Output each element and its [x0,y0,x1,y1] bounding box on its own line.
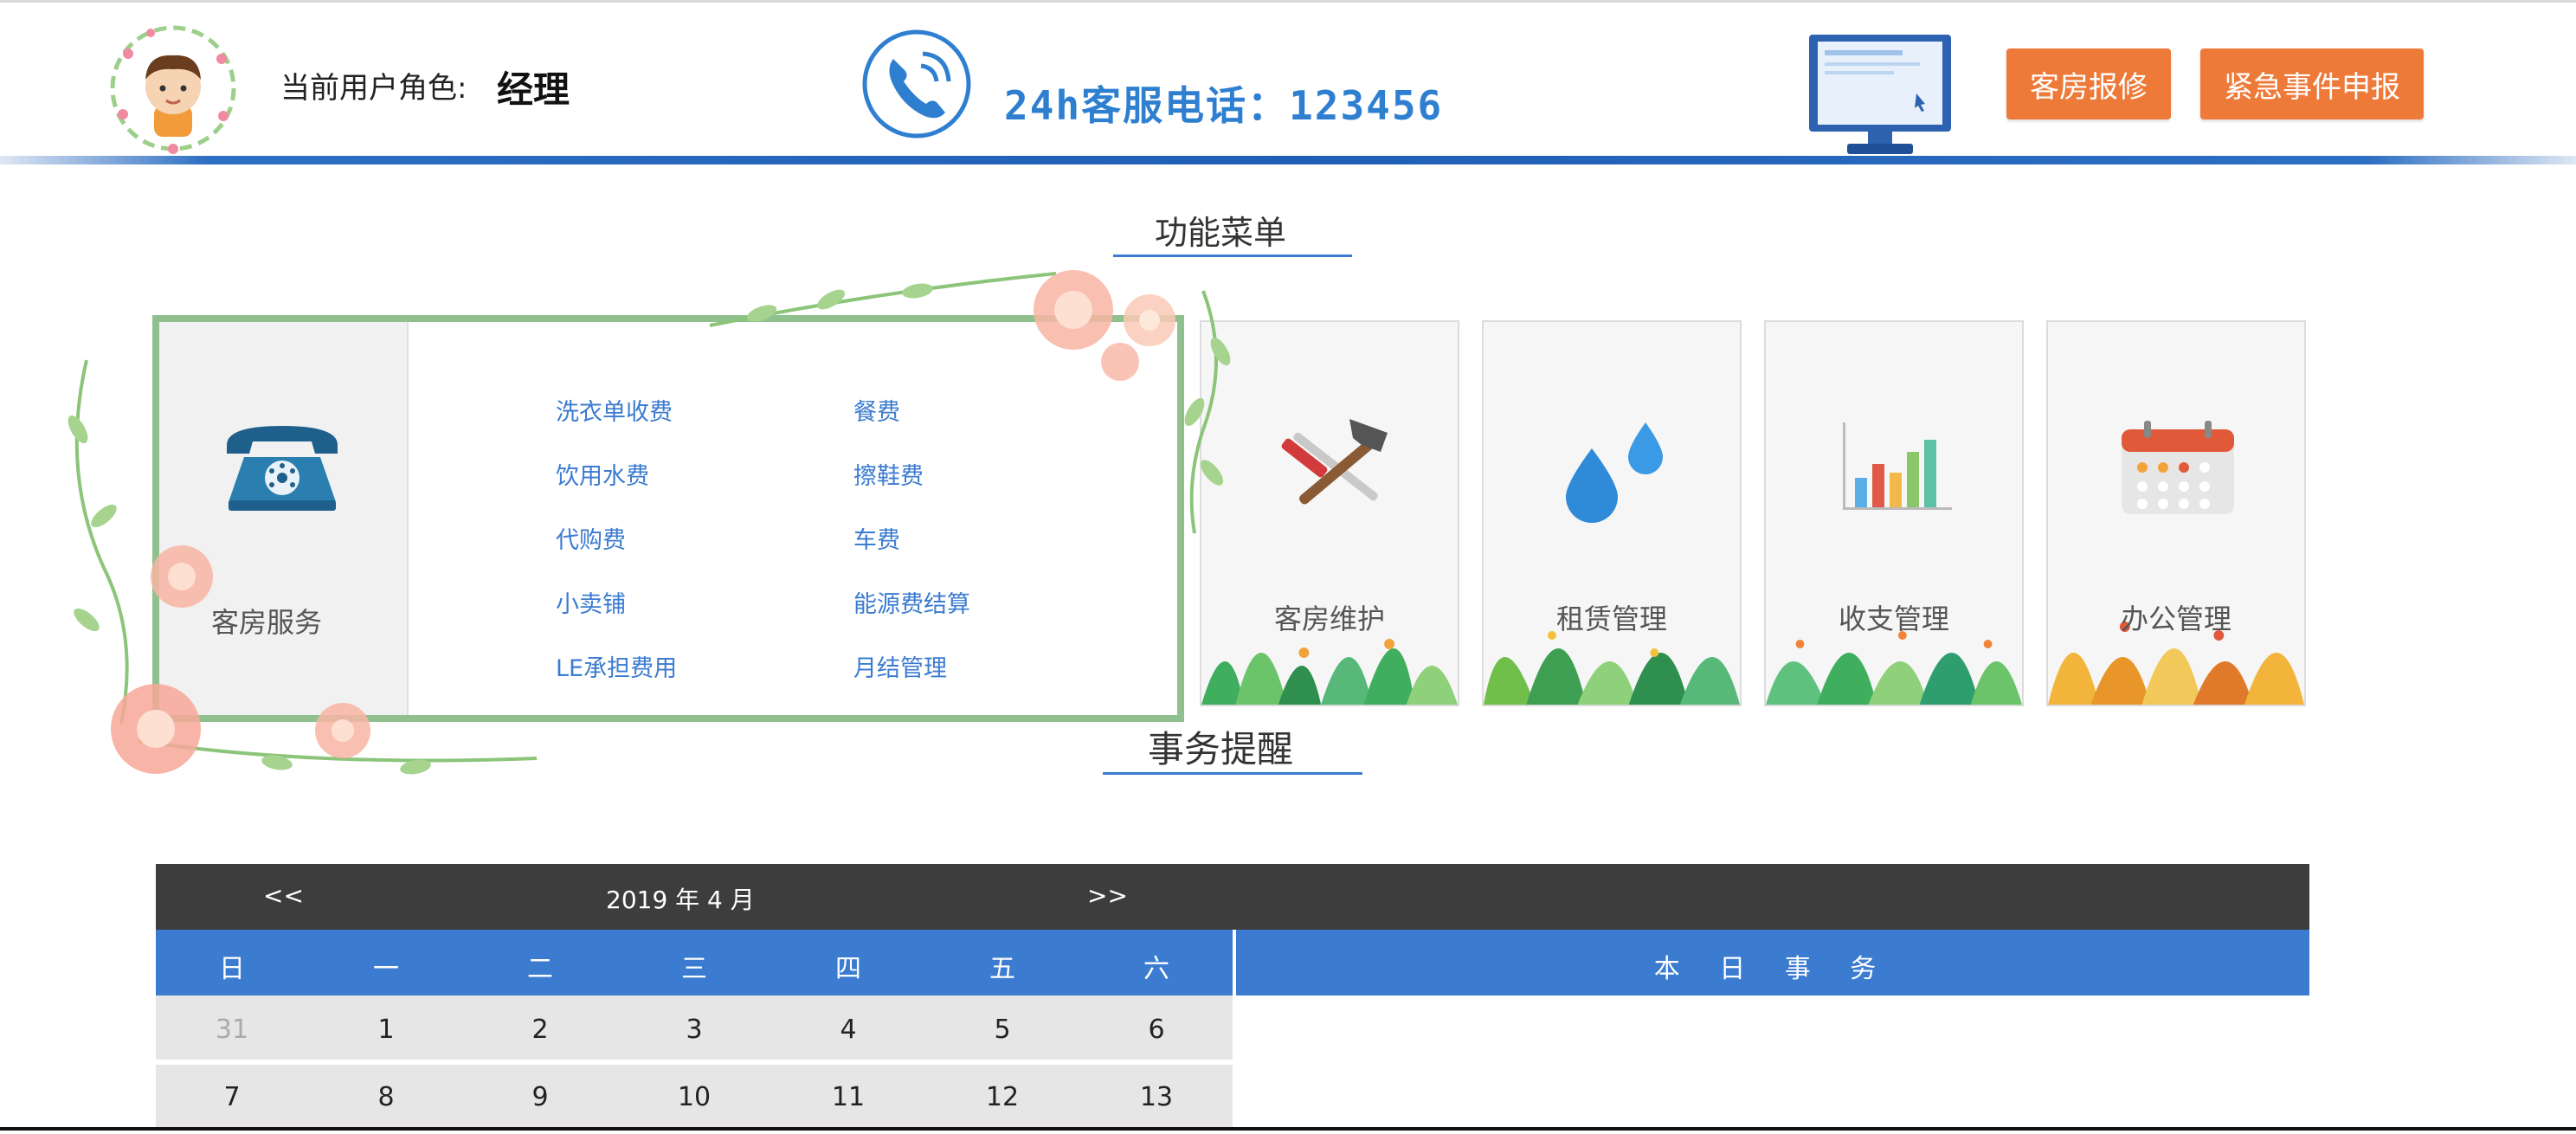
weekday-sun: 日 [219,954,245,984]
top-border [0,0,2576,3]
calendar-day[interactable]: 3 [642,1015,746,1045]
emergency-report-button[interactable]: 紧急事件申报 [2200,48,2424,119]
card-rental-management[interactable]: 租赁管理 [1482,320,1742,706]
role-value: 经理 [497,68,570,111]
calendar-day[interactable]: 5 [950,1015,1054,1045]
link-le-borne-fee[interactable]: LE承担费用 [556,649,677,683]
card-room-maintenance-label: 客房维护 [1273,602,1385,635]
calendar-day[interactable]: 10 [642,1082,746,1112]
calendar-day[interactable]: 6 [1104,1015,1208,1045]
calendar-day[interactable]: 12 [950,1082,1054,1112]
link-monthly-settlement[interactable]: 月结管理 [853,649,947,683]
card-rental-management-label: 租赁管理 [1555,602,1667,635]
phone-icon [862,29,971,139]
avatar [110,25,236,154]
link-drinking-water-fee[interactable]: 饮用水费 [556,457,649,491]
bar-chart-icon [1843,422,1952,510]
calendar-day[interactable]: 1 [334,1015,438,1045]
calendar-divider [1233,930,1236,1134]
weekday-sat: 六 [1143,954,1169,984]
calendar-prev-month-button[interactable]: << [263,881,304,910]
link-shoe-shine-fee[interactable]: 擦鞋费 [853,457,924,491]
calendar-day[interactable]: 2 [488,1015,592,1045]
weekday-tue: 二 [527,954,553,984]
role-label: 当前用户角色: [280,71,467,106]
link-shop[interactable]: 小卖铺 [556,585,626,619]
calendar-next-month-button[interactable]: >> [1087,881,1128,910]
calendar-icon [2122,421,2234,514]
reminder-title-underline [1103,772,1362,775]
hotline-text: 24h客服电话：123456 [1004,82,1444,129]
water-drops-icon [1566,422,1663,523]
link-energy-settlement[interactable]: 能源费结算 [853,585,970,619]
link-car-fee[interactable]: 车费 [853,521,900,555]
reminder-title: 事务提醒 [1148,728,1294,770]
guest-service-label: 客房服务 [211,606,323,639]
menu-title: 功能菜单 [1155,214,1287,252]
menu-title-underline [1113,255,1352,257]
weekday-thu: 四 [835,954,861,984]
telephone-icon [227,426,338,511]
calendar-day[interactable]: 8 [334,1082,438,1112]
weekday-wed: 三 [681,954,707,984]
monitor-icon [1809,35,1951,154]
guest-service-tile[interactable] [159,322,409,715]
hammer-wrench-icon [1281,419,1388,505]
card-office-management[interactable]: 办公管理 [2046,320,2306,706]
calendar-month-label: 2019 年 4 月 [606,886,755,914]
calendar-day[interactable]: 11 [796,1082,900,1112]
link-purchasing-fee[interactable]: 代购费 [556,521,626,555]
link-meal-fee[interactable]: 餐费 [853,393,900,427]
weekday-mon: 一 [373,954,399,984]
bottom-border [0,1127,2576,1131]
link-laundry-fee[interactable]: 洗衣单收费 [556,393,673,427]
calendar-header-bar [156,864,2309,930]
calendar-day[interactable]: 9 [488,1082,592,1112]
room-repair-button[interactable]: 客房报修 [2006,48,2171,119]
calendar-day[interactable]: 13 [1104,1082,1208,1112]
calendar-day[interactable]: 31 [180,1015,284,1045]
today-events-title: 本 日 事 务 [1653,954,1892,984]
card-room-maintenance[interactable]: 客房维护 [1200,320,1459,706]
card-finance-management-label: 收支管理 [1838,602,1949,635]
weekday-fri: 五 [989,954,1015,984]
calendar-day[interactable]: 7 [180,1082,284,1112]
card-office-management-label: 办公管理 [2120,602,2231,635]
card-finance-management[interactable]: 收支管理 [1764,320,2024,706]
calendar-day[interactable]: 4 [796,1015,900,1045]
header-divider [0,156,2576,164]
